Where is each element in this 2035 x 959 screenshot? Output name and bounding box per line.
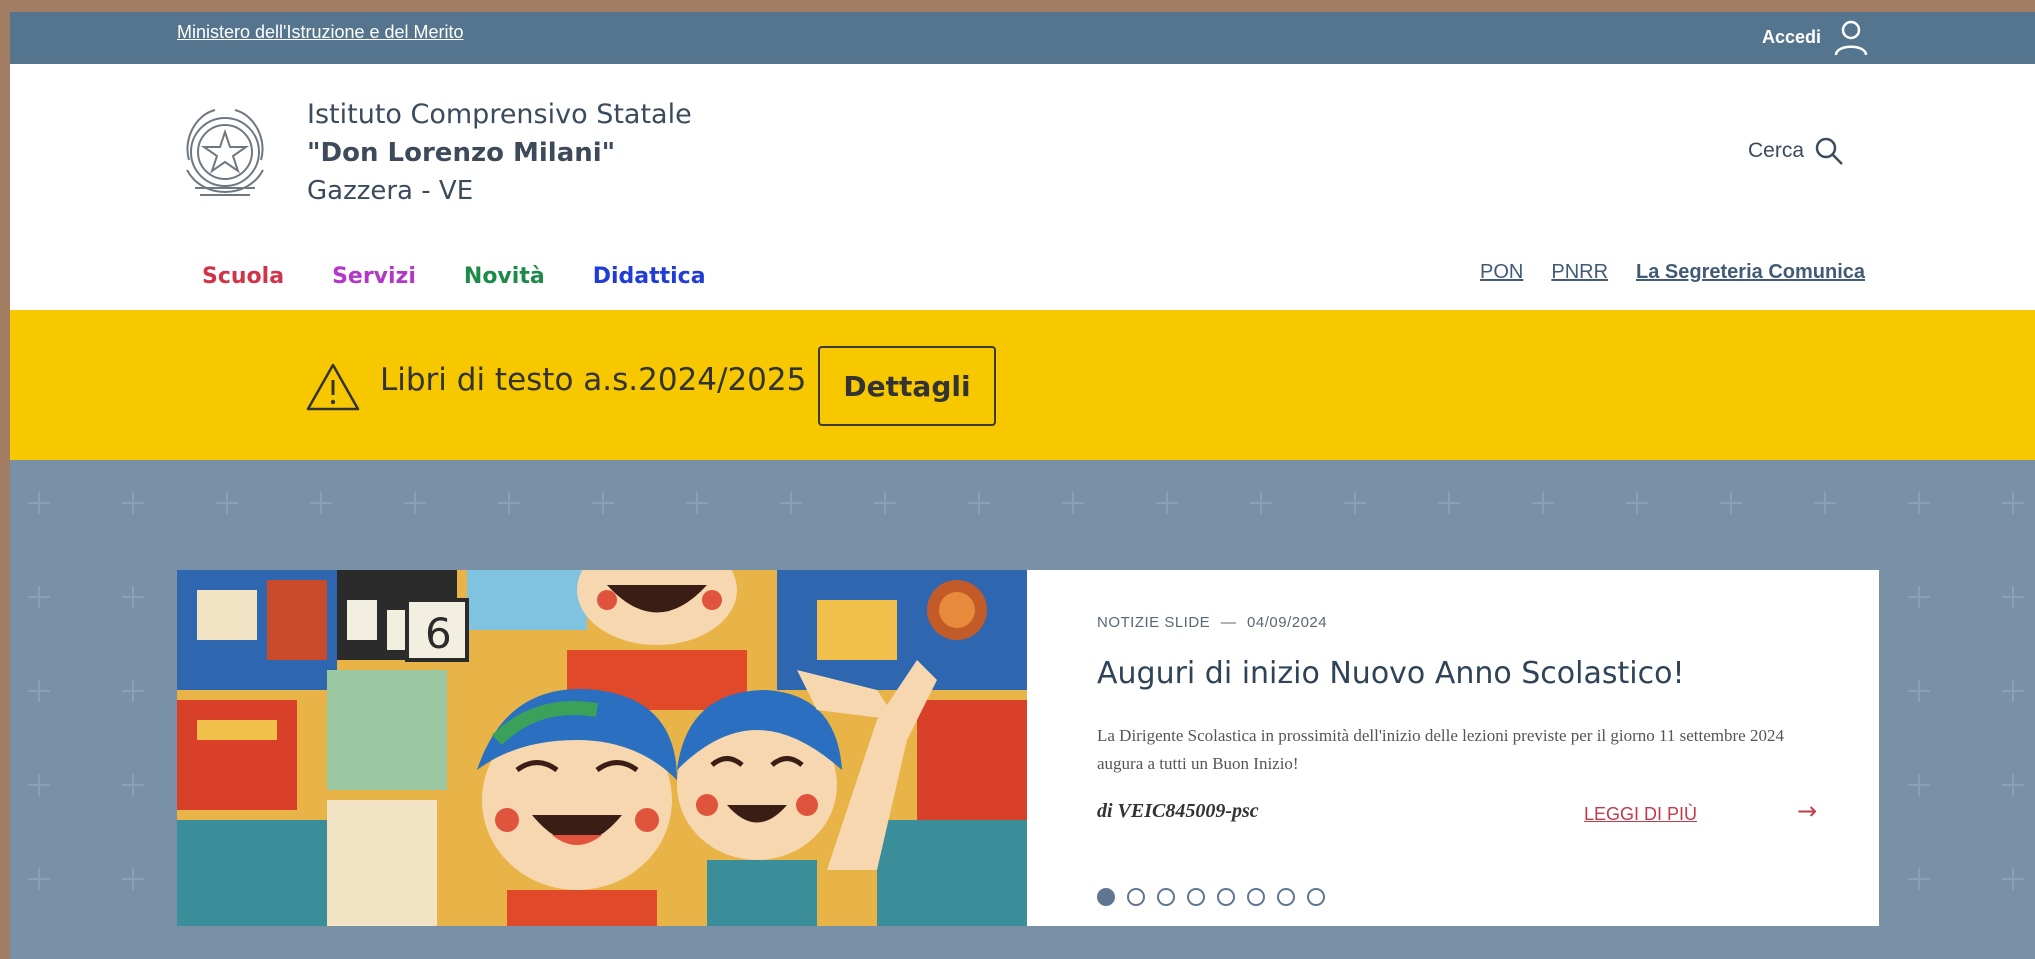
- segreteria-link[interactable]: La Segreteria Comunica: [1636, 261, 1865, 284]
- ministry-link[interactable]: Ministero dell'Istruzione e del Merito: [177, 22, 464, 43]
- school-type: Istituto Comprensivo Statale: [307, 99, 692, 130]
- carousel-dot[interactable]: [1247, 888, 1265, 906]
- plus-decoration: [1532, 492, 1554, 514]
- read-more-link[interactable]: LEGGI DI PIÙ: [1584, 804, 1697, 825]
- slide-date: 04/09/2024: [1247, 614, 1328, 631]
- pnrr-link[interactable]: PNRR: [1551, 261, 1608, 284]
- arrow-right-icon[interactable]: →: [1797, 797, 1817, 825]
- plus-decoration: [28, 492, 50, 514]
- nav-item-didattica[interactable]: Didattica: [593, 264, 706, 289]
- plus-decoration: [1626, 492, 1648, 514]
- plus-decoration: [968, 492, 990, 514]
- carousel-dot[interactable]: [1157, 888, 1175, 906]
- carousel-dot[interactable]: [1127, 888, 1145, 906]
- user-icon: [1834, 20, 1868, 56]
- plus-decoration: [1062, 492, 1084, 514]
- main-navigation: Scuola Servizi Novità Didattica: [202, 264, 706, 289]
- plus-decoration: [686, 492, 708, 514]
- plus-decoration: [122, 492, 144, 514]
- plus-decoration: [1156, 492, 1178, 514]
- plus-decoration: [2002, 774, 2024, 796]
- children-illustration-image: 6: [177, 570, 1027, 926]
- plus-decoration: [1908, 868, 1930, 890]
- slide-meta: NOTIZIE SLIDE — 04/09/2024: [1097, 614, 1327, 631]
- plus-decoration: [122, 868, 144, 890]
- plus-decoration: [28, 586, 50, 608]
- nav-item-novita[interactable]: Novità: [464, 264, 545, 289]
- utility-navigation: PON PNRR La Segreteria Comunica: [1480, 261, 1865, 284]
- plus-decoration: [310, 492, 332, 514]
- top-bar: Ministero dell'Istruzione e del Merito A…: [10, 12, 2035, 64]
- plus-decoration: [28, 774, 50, 796]
- meta-separator: —: [1220, 614, 1237, 631]
- plus-decoration: [1344, 492, 1366, 514]
- plus-decoration: [1438, 492, 1460, 514]
- site-header: Istituto Comprensivo Statale "Don Lorenz…: [10, 64, 2035, 310]
- login-button[interactable]: Accedi: [1762, 17, 1871, 57]
- plus-decoration: [404, 492, 426, 514]
- plus-decoration: [122, 586, 144, 608]
- slide-content: NOTIZIE SLIDE — 04/09/2024 Auguri di ini…: [1027, 570, 1879, 926]
- carousel-dot[interactable]: [1097, 888, 1115, 906]
- school-name[interactable]: Istituto Comprensivo Statale "Don Lorenz…: [307, 96, 692, 210]
- plus-decoration: [1908, 586, 1930, 608]
- slide-image[interactable]: 6: [177, 570, 1027, 926]
- plus-decoration: [2002, 868, 2024, 890]
- carousel-dot[interactable]: [1277, 888, 1295, 906]
- italian-republic-emblem-icon[interactable]: [175, 100, 275, 208]
- plus-decoration: [1908, 492, 1930, 514]
- carousel-dot[interactable]: [1217, 888, 1235, 906]
- slide-title[interactable]: Auguri di inizio Nuovo Anno Scolastico!: [1097, 656, 1684, 691]
- plus-decoration: [1908, 680, 1930, 702]
- slide-description: La Dirigente Scolastica in prossimità de…: [1097, 726, 1784, 773]
- plus-decoration: [2002, 680, 2024, 702]
- carousel-dot[interactable]: [1307, 888, 1325, 906]
- plus-decoration: [780, 492, 802, 514]
- nav-item-scuola[interactable]: Scuola: [202, 264, 284, 289]
- plus-decoration: [122, 774, 144, 796]
- svg-text:6: 6: [425, 609, 452, 658]
- plus-decoration: [2002, 586, 2024, 608]
- school-location: Gazzera - VE: [307, 176, 474, 206]
- login-label: Accedi: [1762, 26, 1822, 47]
- alert-banner: Libri di testo a.s.2024/2025 Dettagli: [10, 310, 2035, 460]
- alert-text: Libri di testo a.s.2024/2025: [380, 362, 807, 398]
- carousel-pagination: [1097, 888, 1325, 906]
- plus-decoration: [28, 868, 50, 890]
- search-icon: [1815, 137, 1843, 165]
- plus-decoration: [1814, 492, 1836, 514]
- plus-decoration: [122, 680, 144, 702]
- warning-icon: [306, 363, 360, 411]
- plus-decoration: [1908, 774, 1930, 796]
- page-frame: Ministero dell'Istruzione e del Merito A…: [10, 12, 2035, 959]
- plus-decoration: [1250, 492, 1272, 514]
- details-button[interactable]: Dettagli: [818, 346, 996, 426]
- search-button[interactable]: Cerca: [1748, 136, 1844, 166]
- plus-decoration: [2002, 492, 2024, 514]
- slide-author: di VEIC845009-psc: [1097, 800, 1259, 822]
- search-label: Cerca: [1748, 139, 1805, 162]
- carousel-dot[interactable]: [1187, 888, 1205, 906]
- plus-decoration: [592, 492, 614, 514]
- plus-decoration: [874, 492, 896, 514]
- plus-decoration: [1720, 492, 1742, 514]
- nav-item-servizi[interactable]: Servizi: [332, 264, 416, 289]
- school-title: "Don Lorenzo Milani": [307, 138, 616, 168]
- pon-link[interactable]: PON: [1480, 261, 1523, 284]
- slide-category-link[interactable]: NOTIZIE SLIDE: [1097, 614, 1210, 631]
- plus-decoration: [28, 680, 50, 702]
- news-slide-card: 6 NOTIZIE SLIDE — 04/09/2024 Auguri di i…: [177, 570, 1879, 926]
- plus-decoration: [498, 492, 520, 514]
- plus-decoration: [216, 492, 238, 514]
